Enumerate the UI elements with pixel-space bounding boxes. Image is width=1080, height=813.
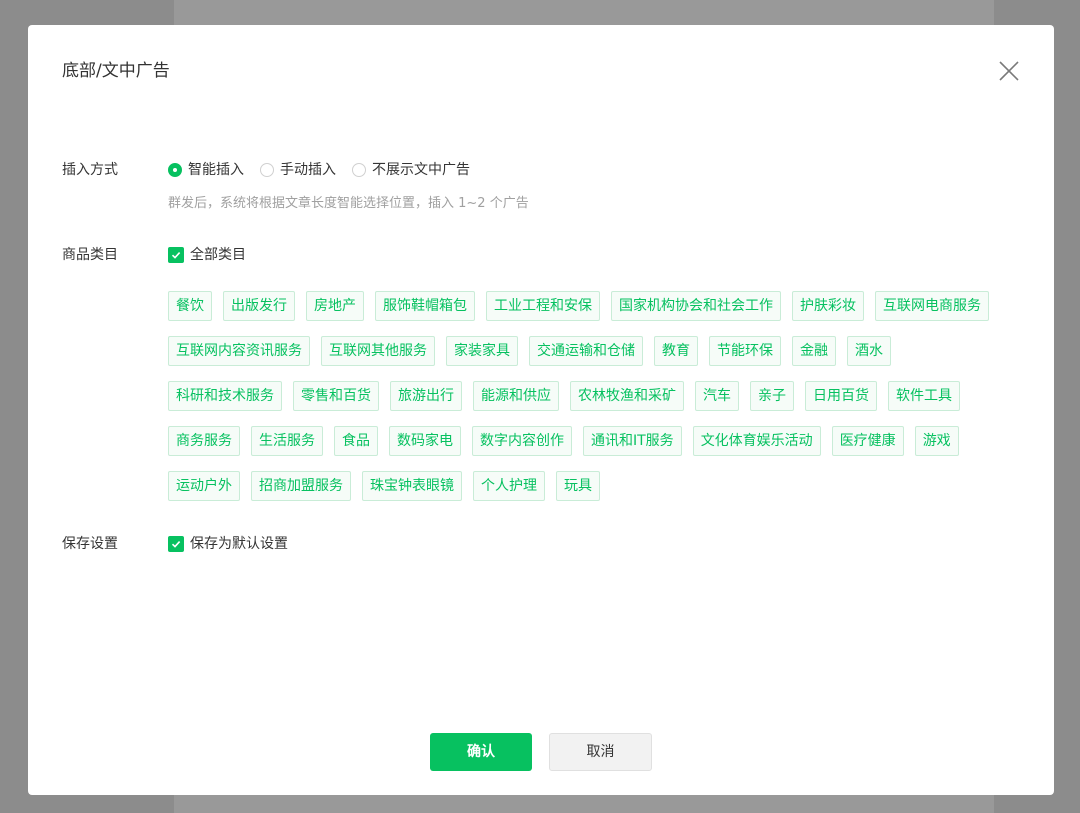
dialog-title: 底部/文中广告 (62, 61, 170, 81)
radio-checked-icon (168, 163, 182, 177)
category-tag[interactable]: 能源和供应 (473, 381, 559, 411)
category-tag[interactable]: 汽车 (695, 381, 739, 411)
confirm-button[interactable]: 确认 (430, 733, 532, 771)
radio-unchecked-icon (260, 163, 274, 177)
save-default-checkbox[interactable]: 保存为默认设置 (168, 534, 288, 554)
checkbox-label: 全部类目 (190, 247, 246, 263)
all-categories-checkbox[interactable]: 全部类目 (168, 245, 246, 265)
category-tag[interactable]: 数码家电 (389, 426, 461, 456)
categories-label: 商品类目 (62, 247, 118, 263)
radio-label: 手动插入 (280, 162, 336, 178)
category-tag[interactable]: 教育 (654, 336, 698, 366)
category-tag[interactable]: 国家机构协会和社会工作 (611, 291, 781, 321)
insert-mode-radio-group: 智能插入 手动插入 不展示文中广告 (168, 160, 486, 180)
radio-manual-insert[interactable]: 手动插入 (260, 160, 336, 180)
category-tag[interactable]: 生活服务 (251, 426, 323, 456)
category-tag[interactable]: 酒水 (847, 336, 891, 366)
category-tag[interactable]: 服饰鞋帽箱包 (375, 291, 475, 321)
checkbox-label: 保存为默认设置 (190, 536, 288, 552)
category-tags: 餐饮 出版发行 房地产 服饰鞋帽箱包 工业工程和安保 国家机构协会和社会工作 护肤彩妆 互联网… (168, 291, 1008, 516)
category-tag[interactable]: 游戏 (914, 426, 959, 456)
category-tag[interactable]: 医疗健康 (831, 426, 904, 456)
category-tag[interactable]: 节能环保 (709, 336, 781, 366)
category-tag[interactable]: 商务服务 (168, 426, 240, 456)
category-tag[interactable]: 玩具 (556, 471, 600, 501)
close-button[interactable] (996, 58, 1022, 84)
category-tag[interactable]: 护肤彩妆 (792, 291, 864, 321)
category-tag[interactable]: 农林牧渔和采矿 (570, 381, 684, 411)
category-tag[interactable]: 旅游出行 (390, 381, 462, 411)
category-tag[interactable]: 互联网内容资讯服务 (168, 336, 310, 366)
category-tag[interactable]: 家装家具 (446, 336, 518, 366)
category-tag[interactable]: 亲子 (750, 381, 794, 411)
save-settings-label: 保存设置 (62, 536, 118, 552)
category-tag[interactable]: 房地产 (306, 291, 364, 321)
category-tag[interactable]: 零售和百货 (293, 381, 379, 411)
radio-label: 智能插入 (188, 162, 244, 178)
insert-mode-label: 插入方式 (62, 162, 118, 178)
radio-no-inline-ad[interactable]: 不展示文中广告 (352, 160, 470, 180)
category-tag[interactable]: 出版发行 (223, 291, 295, 321)
category-tag[interactable]: 餐饮 (168, 291, 212, 321)
category-tag[interactable]: 互联网电商服务 (875, 291, 989, 321)
cancel-button[interactable]: 取消 (549, 733, 652, 771)
category-tag[interactable]: 互联网其他服务 (321, 336, 435, 366)
category-tag[interactable]: 数字内容创作 (472, 426, 572, 456)
category-tag[interactable]: 工业工程和安保 (486, 291, 600, 321)
category-tag[interactable]: 科研和技术服务 (168, 381, 282, 411)
category-tag[interactable]: 招商加盟服务 (251, 471, 351, 501)
radio-smart-insert[interactable]: 智能插入 (168, 160, 244, 180)
checkbox-checked-icon (168, 536, 184, 552)
category-tag[interactable]: 食品 (334, 426, 378, 456)
ad-settings-dialog: 底部/文中广告 插入方式 智能插入 手动插入 不展示文中广告 群发后，系统将根据… (28, 25, 1054, 795)
category-tag[interactable]: 文化体育娱乐活动 (692, 426, 821, 456)
category-tag[interactable]: 日用百货 (805, 381, 877, 411)
category-tag[interactable]: 金融 (792, 336, 836, 366)
radio-label: 不展示文中广告 (372, 162, 470, 178)
close-icon (999, 61, 1019, 81)
checkbox-checked-icon (168, 247, 184, 263)
category-tag[interactable]: 个人护理 (473, 471, 545, 501)
category-tag[interactable]: 通讯和IT服务 (583, 426, 682, 456)
category-tag[interactable]: 软件工具 (888, 381, 960, 411)
radio-unchecked-icon (352, 163, 366, 177)
insert-mode-hint: 群发后，系统将根据文章长度智能选择位置，插入 1~2 个广告 (168, 196, 529, 211)
category-tag[interactable]: 运动户外 (168, 471, 240, 501)
category-tag[interactable]: 珠宝钟表眼镜 (362, 471, 462, 501)
category-tag[interactable]: 交通运输和仓储 (529, 336, 643, 366)
